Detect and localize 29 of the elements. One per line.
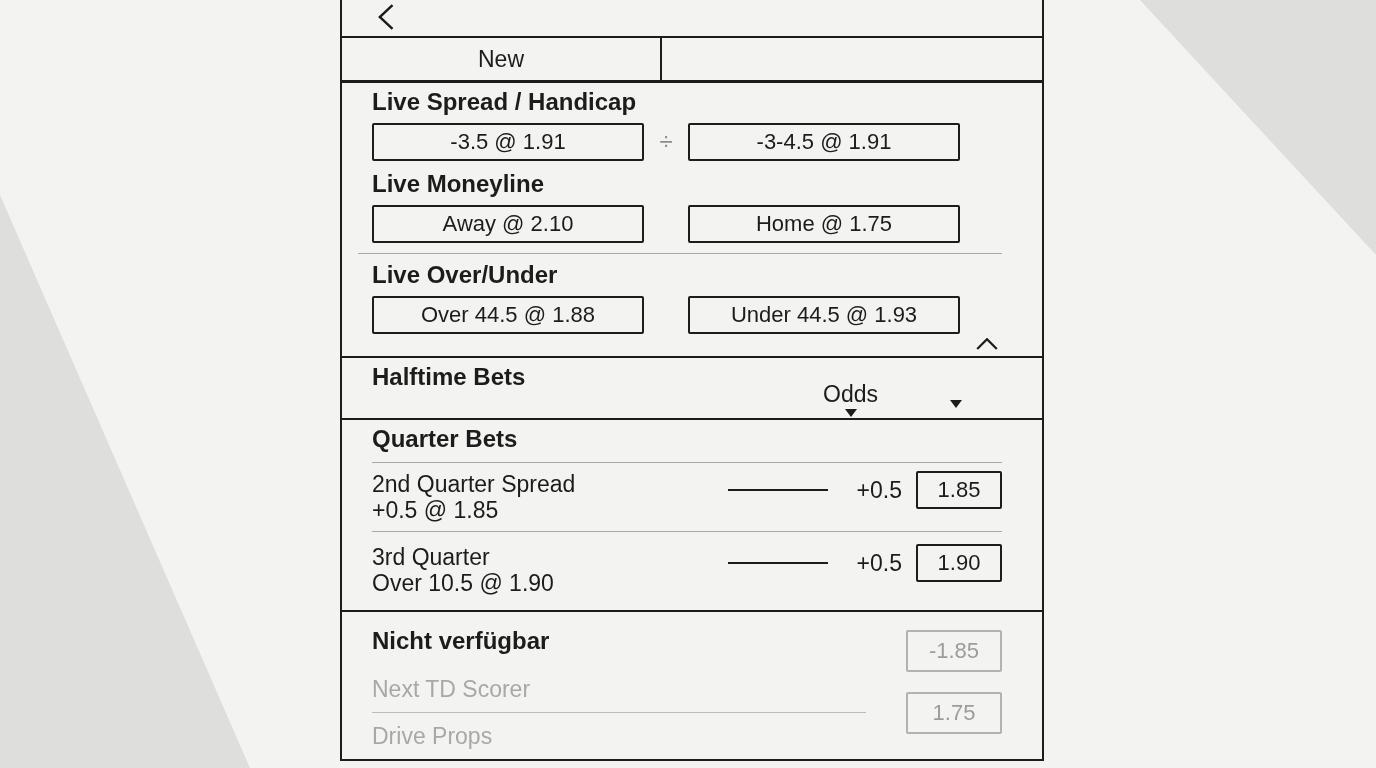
odds-button[interactable]: Over 44.5 @ 1.88: [372, 296, 644, 334]
section-title: Live Spread / Handicap: [372, 89, 637, 115]
odds-button[interactable]: -3-4.5 @ 1.91: [688, 123, 960, 161]
handicap-value: +0.5: [856, 476, 902, 505]
odds-button[interactable]: Home @ 1.75: [688, 205, 960, 243]
section-title: Live Over/Under: [372, 262, 558, 288]
section-title: Live Moneyline: [372, 171, 545, 197]
caret-down-icon: [844, 409, 857, 417]
odds-button[interactable]: Away @ 2.10: [372, 205, 644, 243]
odds-button[interactable]: Under 44.5 @ 1.93: [688, 296, 960, 334]
market-name: 3rd Quarter: [372, 544, 490, 570]
odds-button[interactable]: -3.5 @ 1.91: [372, 123, 644, 161]
market-name: 2nd Quarter Spread: [372, 471, 576, 497]
odds-button[interactable]: 1.90: [916, 544, 1002, 582]
section-title: Nicht verfügbar: [372, 628, 550, 654]
market-name: Drive Props: [372, 723, 493, 749]
selection-text: Over 10.5 @ 1.90: [372, 570, 554, 596]
new-button[interactable]: New: [342, 38, 662, 80]
section-title: Quarter Bets: [372, 426, 518, 452]
odds-dropdown[interactable]: Odds: [823, 382, 878, 417]
selection-text: +0.5 @ 1.85: [372, 497, 499, 523]
handicap-value: +0.5: [856, 549, 902, 578]
caret-down-icon[interactable]: [950, 400, 962, 408]
market-name: Next TD Scorer: [372, 676, 531, 702]
section-title: Halftime Bets: [372, 364, 526, 390]
caret-icon[interactable]: [976, 338, 998, 350]
divide-sign: ÷: [659, 129, 673, 155]
odds-button[interactable]: 1.85: [916, 471, 1002, 509]
back-icon[interactable]: [378, 4, 394, 30]
